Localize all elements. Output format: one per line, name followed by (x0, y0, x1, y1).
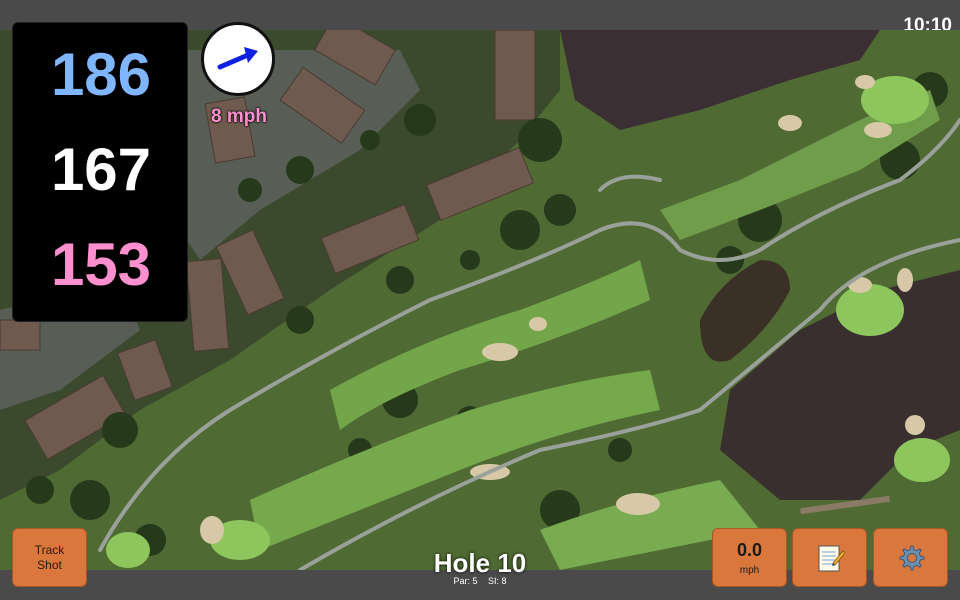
speed-unit: mph (739, 564, 760, 576)
hole-info: Hole 10 Par: 5 SI: 8 (380, 548, 580, 586)
settings-button[interactable] (873, 528, 948, 587)
hole-si: SI: 8 (488, 576, 507, 586)
hole-par: Par: 5 (453, 576, 478, 586)
speed-button[interactable]: 0.0 mph (712, 528, 787, 587)
hole-details: Par: 5 SI: 8 (380, 576, 580, 586)
back-distance: 186 (50, 41, 152, 108)
middle-distance: 167 (50, 136, 152, 203)
distance-panel: 186 167 153 (12, 22, 188, 322)
track-shot-button[interactable]: Track Shot (12, 528, 87, 587)
speed-value: 0.0 (736, 539, 763, 560)
hole-title: Hole 10 (433, 548, 527, 578)
track-shot-label-line2: Shot (37, 557, 62, 572)
notes-button[interactable] (792, 528, 867, 587)
gear-icon (899, 545, 924, 570)
notepad-icon (818, 545, 845, 571)
arrow-right-icon (217, 47, 258, 70)
front-distance: 153 (50, 231, 152, 298)
wind-indicator (201, 22, 275, 96)
wind-speed: 8 mph (211, 106, 267, 127)
track-shot-label-line1: Track (34, 543, 65, 558)
